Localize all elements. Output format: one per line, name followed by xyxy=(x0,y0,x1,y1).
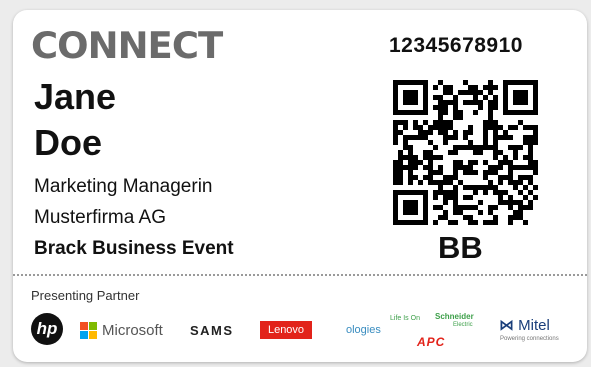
hp-logo-icon: hp xyxy=(31,313,63,345)
microsoft-text: Microsoft xyxy=(102,321,163,339)
mitel-logo-icon: ⋈ xyxy=(499,317,514,334)
event-badge: CONNECT Jane Doe Marketing Managerin Mus… xyxy=(13,10,587,362)
lenovo-logo: Lenovo xyxy=(260,321,312,339)
mitel-text: Mitel xyxy=(518,317,550,334)
microsoft-logo: Microsoft xyxy=(80,321,163,339)
last-name: Doe xyxy=(34,122,103,163)
ologies-logo: ologies xyxy=(346,324,381,336)
samsung-logo: SAMS xyxy=(190,323,234,338)
partner-label: Presenting Partner xyxy=(31,288,140,303)
divider xyxy=(13,274,587,276)
schneider-logo: Schneider xyxy=(435,312,474,321)
event-name: Brack Business Event xyxy=(34,238,234,259)
mitel-logo: ⋈ Mitel xyxy=(499,316,550,334)
mitel-tagline: Powering connections xyxy=(500,336,559,342)
life-is-on-text: Life Is On xyxy=(390,315,420,322)
schneider-sub: Electric xyxy=(453,322,473,328)
ticket-number: 12345678910 xyxy=(389,34,523,57)
first-name: Jane xyxy=(34,76,117,117)
attendee-code: BB xyxy=(438,230,483,265)
microsoft-logo-icon xyxy=(80,321,97,339)
apc-logo: APC xyxy=(417,335,446,349)
connect-logo: CONNECT xyxy=(31,24,223,67)
job-title: Marketing Managerin xyxy=(34,176,213,197)
qr-code-icon xyxy=(393,80,538,225)
company-name: Musterfirma AG xyxy=(34,207,166,228)
